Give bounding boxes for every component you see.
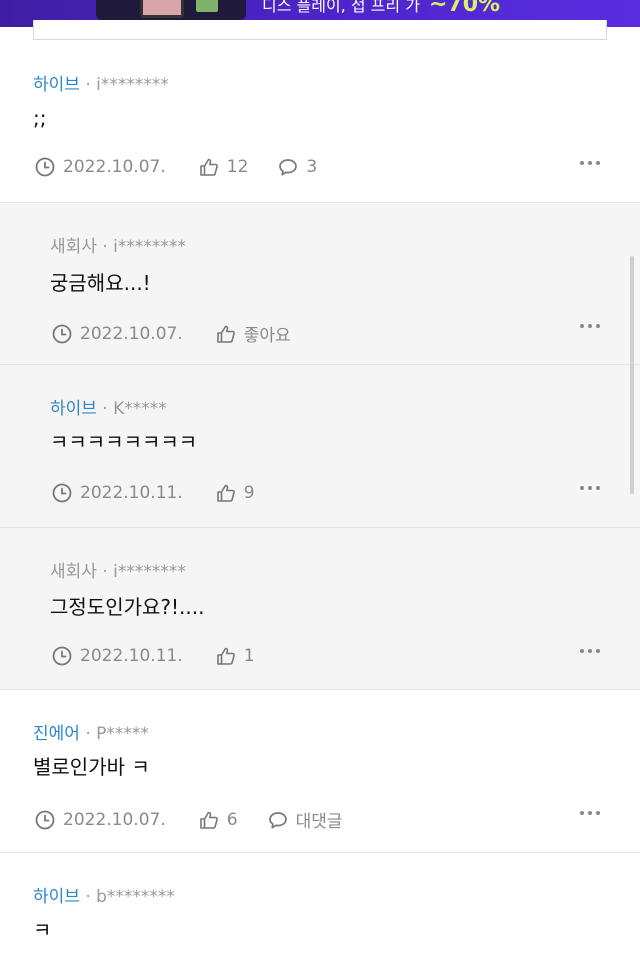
separator: · xyxy=(102,399,108,419)
clock-icon xyxy=(35,810,55,829)
user-id: i******** xyxy=(96,75,169,95)
thumbs-up-icon xyxy=(216,325,235,343)
user-id: i******** xyxy=(113,562,186,582)
scrollbar[interactable] xyxy=(630,256,634,494)
author-name[interactable]: 하이브 xyxy=(33,887,80,907)
comment-meta: 하이브 · K***** xyxy=(50,394,167,419)
comment-footer: 2022.10.11. 1 xyxy=(52,646,255,666)
comment-meta: 진에어 · P***** xyxy=(33,719,149,744)
clock-icon xyxy=(52,324,72,343)
author-name[interactable]: 진에어 xyxy=(33,724,80,744)
comment-date: 2022.10.07. xyxy=(35,157,166,177)
comment-date: 2022.10.07. xyxy=(52,324,183,344)
more-options-icon[interactable] xyxy=(580,324,600,330)
reply-item: 새회사 · i******** 그정도인가요?!.... 2022.10.11.… xyxy=(0,528,640,690)
like-button[interactable]: 9 xyxy=(216,483,255,503)
author-name[interactable]: 새회사 xyxy=(50,237,97,257)
author-name[interactable]: 하이브 xyxy=(33,75,80,95)
comment-date: 2022.10.11. xyxy=(52,483,183,503)
comment-item: 진에어 · P***** 별로인가바 ㅋ 2022.10.07. 6 대댓글 xyxy=(0,690,640,853)
comment-text: ㅋ xyxy=(33,918,52,942)
clock-icon xyxy=(52,646,72,666)
separator: · xyxy=(102,562,108,582)
reply-item: 새회사 · i******** 궁금해요...! 2022.10.07. 좋아요 xyxy=(0,203,640,365)
more-options-icon[interactable] xyxy=(580,811,600,817)
speech-bubble-icon xyxy=(279,159,298,176)
author-name[interactable]: 새회사 xyxy=(50,562,97,582)
ad-frame xyxy=(33,20,607,40)
like-button[interactable]: 좋아요 xyxy=(216,321,291,346)
comment-date: 2022.10.11. xyxy=(52,646,183,666)
comment-meta: 하이브 · b******** xyxy=(33,882,175,907)
like-button[interactable]: 12 xyxy=(199,157,248,177)
separator: · xyxy=(85,887,91,907)
thumbs-up-icon xyxy=(199,811,218,829)
ad-product-image xyxy=(96,0,246,20)
comment-meta: 새회사 · i******** xyxy=(50,557,186,582)
comment-text: ㅋㅋㅋㅋㅋㅋㅋㅋ xyxy=(50,430,198,454)
reply-button[interactable]: 3 xyxy=(278,157,317,177)
ad-text: 디스 플레이, 접 프리 가 ~70% xyxy=(262,0,501,17)
user-id: b******** xyxy=(96,887,175,907)
clock-icon xyxy=(35,157,55,177)
separator: · xyxy=(85,724,91,744)
like-button[interactable]: 1 xyxy=(216,646,255,666)
more-options-icon[interactable] xyxy=(580,161,600,167)
comment-footer: 2022.10.07. 12 3 xyxy=(35,157,317,177)
author-name[interactable]: 하이브 xyxy=(50,399,97,419)
thumbs-up-icon xyxy=(216,484,235,502)
user-id: K***** xyxy=(113,399,167,419)
more-options-icon[interactable] xyxy=(580,649,600,655)
comment-text: 그정도인가요?!.... xyxy=(50,595,205,619)
reply-item: 하이브 · K***** ㅋㅋㅋㅋㅋㅋㅋㅋ 2022.10.11. 9 xyxy=(0,365,640,528)
user-id: P***** xyxy=(96,724,149,744)
comment-text: 궁금해요...! xyxy=(50,271,151,295)
comment-text: ;; xyxy=(33,106,47,130)
separator: · xyxy=(85,75,91,95)
speech-bubble-icon xyxy=(268,811,287,828)
clock-icon xyxy=(52,483,72,503)
comment-meta: 새회사 · i******** xyxy=(50,232,186,257)
thumbs-up-icon xyxy=(199,158,218,176)
comment-date: 2022.10.07. xyxy=(35,810,166,830)
separator: · xyxy=(102,237,108,257)
reply-button[interactable]: 대댓글 xyxy=(268,807,343,832)
comment-footer: 2022.10.07. 6 대댓글 xyxy=(35,807,343,832)
comment-footer: 2022.10.11. 9 xyxy=(52,483,255,503)
comment-footer: 2022.10.07. 좋아요 xyxy=(52,321,291,346)
comment-item: 하이브 · b******** ㅋ xyxy=(0,853,640,956)
comment-item: 하이브 · i******** ;; 2022.10.07. 12 3 xyxy=(0,40,640,203)
user-id: i******** xyxy=(113,237,186,257)
thumbs-up-icon xyxy=(216,647,235,665)
more-options-icon[interactable] xyxy=(580,486,600,492)
comment-text: 별로인가바 ㅋ xyxy=(33,755,150,779)
comment-meta: 하이브 · i******** xyxy=(33,70,169,95)
like-button[interactable]: 6 xyxy=(199,810,238,830)
